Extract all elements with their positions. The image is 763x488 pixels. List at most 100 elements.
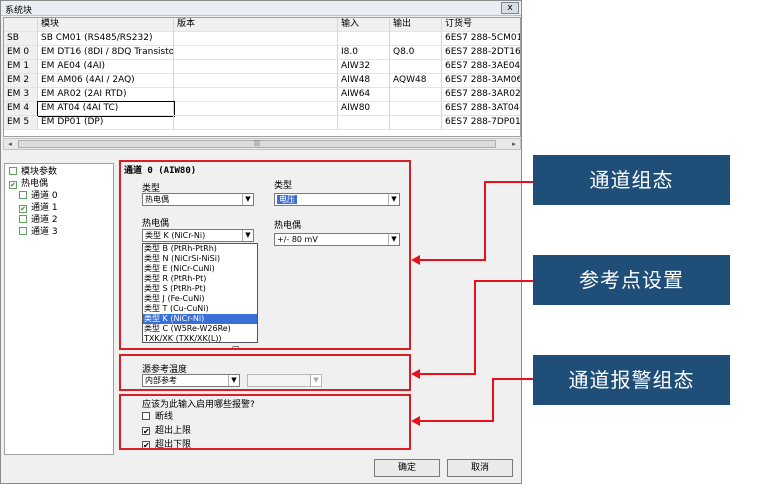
cell-slot[interactable]: EM 4 — [4, 102, 38, 116]
arrow-3-icon — [411, 416, 420, 426]
tree-node-label: 通道 0 — [31, 191, 58, 201]
tree-node[interactable]: 模块参数 — [9, 166, 57, 178]
arrow-2-icon — [411, 369, 420, 379]
tree-node[interactable]: 通道 2 — [19, 214, 58, 226]
cell-module[interactable]: EM AR02 (2AI RTD) — [38, 88, 174, 102]
table-row[interactable]: EM 1EM AE04 (4AI) AIW32 6ES7 288-3AE04-0A — [4, 60, 520, 74]
cell-version[interactable] — [174, 74, 338, 88]
cell-module[interactable]: EM DT16 (8DI / 8DQ Transistor) — [38, 46, 174, 60]
unchecked-icon — [9, 167, 17, 175]
cell-input[interactable]: AIW48 — [338, 74, 390, 88]
connector-2-v — [474, 280, 476, 375]
cell-module[interactable]: EM AT04 (4AI TC) — [37, 101, 175, 117]
connector-2-h — [474, 280, 533, 282]
tree-node-label: 通道 3 — [31, 227, 58, 237]
cell-slot[interactable]: EM 3 — [4, 88, 38, 102]
cell-input[interactable]: AIW64 — [338, 88, 390, 102]
cell-slot[interactable]: EM 5 — [4, 116, 38, 130]
header-input[interactable]: 输入 — [338, 18, 390, 32]
cell-output[interactable] — [390, 60, 442, 74]
tree-node[interactable]: ✔ 热电偶 — [9, 178, 48, 190]
tree-node[interactable]: ✔ 通道 1 — [19, 202, 58, 214]
connector-1-h2 — [419, 259, 486, 261]
unchecked-icon — [19, 191, 27, 199]
scrollbar-thumb[interactable]: ||| — [18, 140, 496, 148]
cell-output[interactable] — [390, 88, 442, 102]
scroll-left-icon[interactable]: ◂ — [4, 139, 16, 149]
cell-input[interactable]: AIW32 — [338, 60, 390, 74]
cell-input[interactable] — [338, 32, 390, 46]
reference-highlight — [119, 354, 411, 391]
table-row[interactable]: EM 0 EM DT16 (8DI / 8DQ Transistor) I8.0 Q8… — [4, 46, 520, 60]
cancel-button[interactable]: 取消 — [447, 459, 513, 477]
cell-input[interactable]: I8.0 — [338, 46, 390, 60]
cell-order-number[interactable]: 6ES7 288-3AM06-0A — [442, 74, 520, 88]
channel-config-highlight — [119, 160, 411, 350]
cell-output[interactable] — [390, 116, 442, 130]
cell-slot[interactable]: EM 1 — [4, 60, 38, 74]
cell-order-number[interactable]: 6ES7 288-5CM01-0A — [442, 32, 520, 46]
module-table: 模块 版本 输入 输出 订货号 SB SB CM01 (RS485/RS232) 6ES7 2… — [3, 17, 521, 137]
tree-node-label: 热电偶 — [21, 179, 49, 189]
table-row[interactable]: EM 4EM AT04 (4AI TC) AIW80 6ES7 288-3AT04-… — [4, 101, 520, 117]
header-version[interactable]: 版本 — [174, 18, 338, 32]
checked-icon: ✔ — [19, 205, 27, 213]
cell-slot[interactable]: EM 0 — [4, 46, 38, 60]
cell-version[interactable] — [174, 60, 338, 74]
scroll-right-icon[interactable]: ▸ — [508, 139, 520, 149]
config-tree: 模块参数 ✔ 热电偶通道 0 ✔ 通道 1 通道 2 通道 3 — [4, 163, 114, 455]
cell-order-number[interactable]: 6ES7 288-3AT04-0A — [442, 102, 520, 116]
cell-order-number[interactable]: 6ES7 288-2DT16-0A — [442, 46, 520, 60]
cell-slot[interactable]: SB — [4, 32, 38, 46]
cell-version[interactable] — [174, 102, 338, 116]
cell-output[interactable] — [390, 102, 442, 116]
cell-output[interactable]: Q8.0 — [390, 46, 442, 60]
window-title: 系统块 — [5, 6, 33, 16]
connector-1-h — [484, 181, 533, 183]
cell-order-number[interactable]: 6ES7 288-3AR02-0A — [442, 88, 520, 102]
ok-button[interactable]: 确定 — [374, 459, 440, 477]
cell-slot[interactable]: EM 2 — [4, 74, 38, 88]
cell-module[interactable]: EM AE04 (4AI) — [38, 60, 174, 74]
header-module[interactable]: 模块 — [38, 18, 174, 32]
table-row[interactable]: EM 5EM DP01 (DP) 6ES7 288-7DP01-0A — [4, 116, 520, 130]
header-slot[interactable] — [4, 18, 38, 32]
cell-version[interactable] — [174, 46, 338, 60]
unchecked-icon — [19, 215, 27, 223]
arrow-1-icon — [411, 255, 420, 265]
header-output[interactable]: 输出 — [390, 18, 442, 32]
tree-node-label: 通道 2 — [31, 215, 58, 225]
tree-node[interactable]: 通道 0 — [19, 190, 58, 202]
cell-order-number[interactable]: 6ES7 288-3AE04-0A — [442, 60, 520, 74]
header-order-number[interactable]: 订货号 — [442, 18, 520, 32]
table-row[interactable]: EM 3 EM AR02 (2AI RTD) AIW64 6ES7 288-3AR02… — [4, 88, 520, 102]
close-button[interactable]: x — [501, 2, 519, 14]
alarm-highlight — [119, 394, 411, 450]
table-row[interactable]: SBSB CM01 (RS485/RS232) 6ES7 288-5CM01-0A — [4, 32, 520, 46]
connector-3-h — [492, 378, 533, 380]
tree-node[interactable]: 通道 3 — [19, 226, 58, 238]
cell-version[interactable] — [174, 32, 338, 46]
tree-node-label: 模块参数 — [21, 167, 58, 177]
cell-module[interactable]: EM DP01 (DP) — [38, 116, 174, 130]
cell-output[interactable]: AQW48 — [390, 74, 442, 88]
table-row[interactable]: EM 2 EM AM06 (4AI / 2AQ) AIW48 AQW48 6ES7 28… — [4, 74, 520, 88]
title-bar: 系统块 x — [1, 1, 521, 16]
cell-order-number[interactable]: 6ES7 288-7DP01-0A — [442, 116, 520, 130]
cell-version[interactable] — [174, 116, 338, 130]
cell-version[interactable] — [174, 88, 338, 102]
cell-input[interactable]: AIW80 — [338, 102, 390, 116]
connector-1-v — [484, 181, 486, 261]
cell-input[interactable] — [338, 116, 390, 130]
connector-3-v — [492, 378, 494, 422]
stage: 系统块 x 模块 版本 输入 输出 订货号 SB SB CM01 (RS485/RS232)… — [0, 0, 763, 488]
cell-output[interactable] — [390, 32, 442, 46]
connector-2-h2 — [419, 373, 476, 375]
callout-alarm: 通道报警组态 — [533, 355, 730, 405]
horizontal-scrollbar[interactable]: ◂ ||| ▸ — [3, 138, 521, 150]
table-header: 模块 版本 输入 输出 订货号 — [4, 18, 520, 32]
checked-icon: ✔ — [9, 181, 17, 189]
cell-module[interactable]: EM AM06 (4AI / 2AQ) — [38, 74, 174, 88]
callout-reference: 参考点设置 — [533, 255, 730, 305]
cell-module[interactable]: SB CM01 (RS485/RS232) — [38, 32, 174, 46]
